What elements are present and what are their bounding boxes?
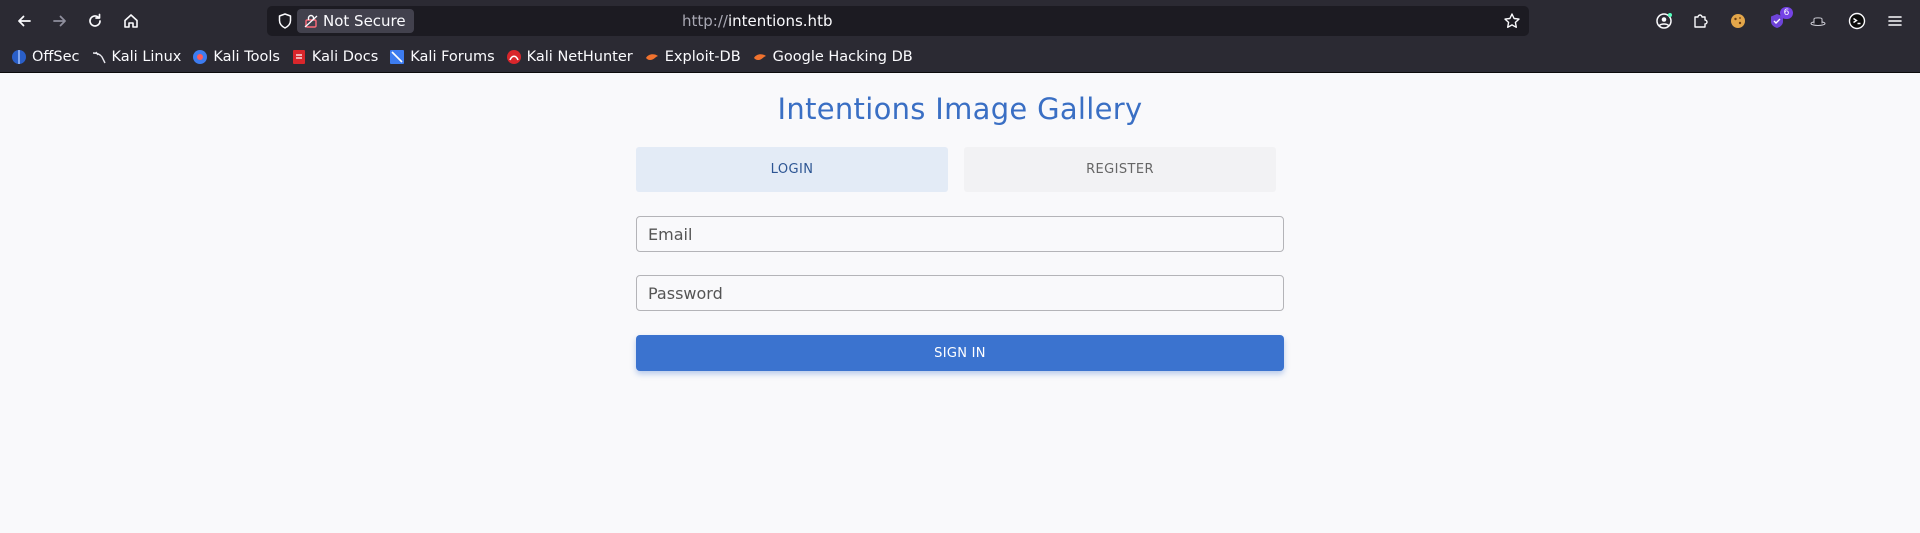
not-secure-label: Not Secure: [323, 12, 406, 30]
ghdb-icon: [752, 49, 768, 65]
browser-toolbar: Not Secure http://intentions.htb 6: [0, 0, 1920, 42]
exploit-db-icon: [644, 49, 660, 65]
star-icon[interactable]: [1503, 12, 1521, 30]
puzzle-icon: [1694, 14, 1708, 28]
bookmark-kali-forums[interactable]: Kali Forums: [389, 45, 495, 69]
bookmark-exploit-db[interactable]: Exploit-DB: [644, 45, 741, 69]
bookmark-google-hacking-db[interactable]: Google Hacking DB: [752, 45, 913, 69]
back-button[interactable]: [10, 7, 38, 35]
arrow-right-icon: [53, 15, 66, 27]
bookmark-label: Kali Forums: [410, 49, 495, 65]
bookmark-kali-tools[interactable]: Kali Tools: [192, 45, 280, 69]
extension-badge: 6: [1780, 7, 1793, 19]
bookmark-offsec[interactable]: OffSec: [11, 45, 80, 69]
password-field[interactable]: [636, 275, 1284, 311]
reload-button[interactable]: [81, 7, 109, 35]
extensions-button[interactable]: [1688, 9, 1712, 33]
forward-button[interactable]: [46, 7, 74, 35]
email-field[interactable]: [636, 216, 1284, 252]
cookie-extension-button[interactable]: [1726, 9, 1750, 33]
bookmark-label: Kali Tools: [213, 49, 280, 65]
hamburger-menu-icon: [1888, 16, 1902, 26]
url-text[interactable]: http://intentions.htb: [682, 6, 832, 36]
cookie-icon: [1731, 14, 1745, 28]
hacktools-extension-button[interactable]: [1845, 9, 1869, 33]
tab-login[interactable]: LOGIN: [636, 147, 948, 192]
account-icon: [1656, 13, 1672, 29]
bitwarden-extension-button[interactable]: 6: [1765, 7, 1793, 33]
broken-lock-icon: [304, 14, 318, 28]
url-host: intentions.htb: [727, 12, 833, 30]
bookmarks-toolbar: OffSec Kali Linux Kali Tools Kali Docs K…: [0, 42, 1920, 73]
hat-icon: [1810, 17, 1826, 26]
bookmark-kali-docs[interactable]: Kali Docs: [291, 45, 378, 69]
kali-forums-icon: [389, 49, 405, 65]
bookmark-label: Google Hacking DB: [772, 49, 913, 65]
bookmark-kali-nethunter[interactable]: Kali NetHunter: [506, 45, 633, 69]
offsec-icon: [11, 49, 27, 65]
hat-extension-button[interactable]: [1806, 9, 1830, 33]
url-protocol: http://: [682, 12, 728, 30]
shield-icon[interactable]: [276, 12, 294, 30]
bookmark-label: Kali Linux: [111, 49, 182, 65]
url-bar[interactable]: Not Secure http://intentions.htb: [267, 6, 1529, 36]
sign-in-button[interactable]: SIGN IN: [636, 335, 1284, 371]
reload-icon: [89, 13, 101, 27]
kali-nethunter-icon: [506, 49, 522, 65]
bookmark-kali-linux[interactable]: Kali Linux: [91, 45, 182, 69]
kali-tools-icon: [192, 49, 208, 65]
page-title: Intentions Image Gallery: [777, 92, 1143, 126]
tab-register[interactable]: REGISTER: [964, 147, 1276, 192]
bookmark-label: Kali NetHunter: [526, 49, 633, 65]
bookmark-label: OffSec: [32, 49, 80, 65]
app-menu-button[interactable]: [1883, 9, 1907, 33]
home-icon: [124, 14, 138, 28]
site-security-indicator[interactable]: Not Secure: [297, 9, 414, 33]
auth-tabs: LOGIN REGISTER: [636, 147, 1284, 193]
arrow-left-icon: [18, 15, 31, 27]
bookmark-label: Kali Docs: [311, 49, 379, 65]
home-button[interactable]: [117, 7, 145, 35]
kali-docs-icon: [291, 49, 307, 65]
kali-dragon-icon: [91, 49, 107, 65]
bookmark-label: Exploit-DB: [664, 49, 741, 65]
page-content: Intentions Image Gallery LOGIN REGISTER …: [0, 74, 1920, 533]
skull-icon: [1848, 12, 1866, 30]
account-button[interactable]: [1652, 9, 1676, 33]
